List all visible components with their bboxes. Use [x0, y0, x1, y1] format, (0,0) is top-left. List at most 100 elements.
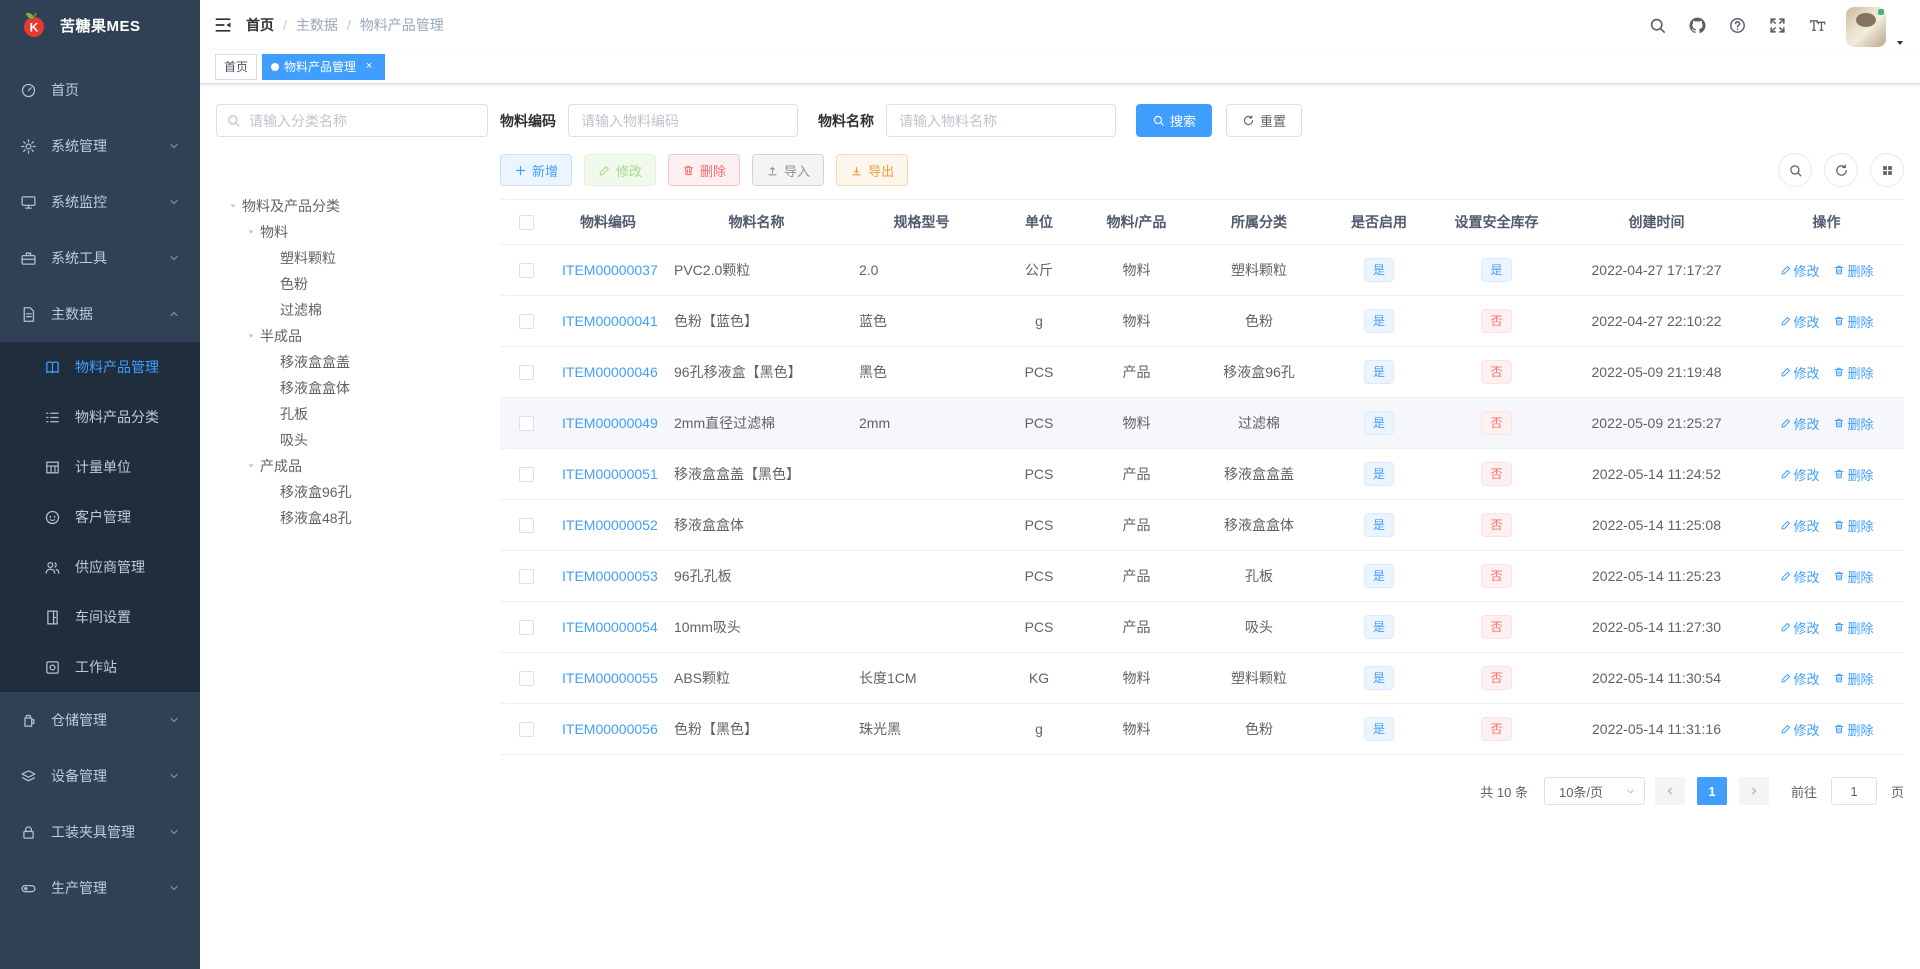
tree-node[interactable]: 半成品 [216, 323, 488, 349]
edit-link[interactable]: 修改 [1780, 516, 1820, 535]
delete-link[interactable]: 删除 [1833, 618, 1873, 637]
delete-link[interactable]: 删除 [1833, 516, 1873, 535]
row-checkbox[interactable] [518, 671, 534, 687]
breadcrumb-item[interactable]: 主数据 / [296, 15, 360, 35]
navbar-action-button[interactable] [1680, 0, 1714, 50]
add-button[interactable]: 新增 [500, 154, 573, 186]
delete-button[interactable]: 删除 [668, 154, 741, 186]
delete-link[interactable]: 删除 [1833, 465, 1873, 484]
sidebar-item-supplier-management[interactable]: 供应商管理 [0, 542, 200, 592]
breadcrumb-item[interactable]: 物料产品管理 / [360, 15, 444, 35]
breadcrumb-item[interactable]: 首页 / [246, 15, 296, 35]
navbar-action-button[interactable] [1760, 0, 1794, 50]
tree-caret-icon[interactable] [224, 201, 242, 211]
edit-link[interactable]: 修改 [1780, 618, 1820, 637]
row-checkbox[interactable] [518, 722, 534, 738]
tree-node[interactable]: 塑料颗粒 [216, 245, 488, 271]
sidebar-item-workshop-settings[interactable]: 车间设置 [0, 592, 200, 642]
breadcrumb-label[interactable]: 首页 [246, 15, 274, 35]
edit-link[interactable]: 修改 [1780, 465, 1820, 484]
sidebar-toggle-button[interactable] [200, 0, 246, 50]
tree-node[interactable]: 物料及产品分类 [216, 193, 488, 219]
delete-link[interactable]: 删除 [1833, 669, 1873, 688]
sidebar-item-equipment-management[interactable]: 设备管理 [0, 748, 200, 804]
delete-link[interactable]: 删除 [1833, 261, 1873, 280]
table-search-button[interactable] [1778, 153, 1812, 187]
material-code-link[interactable]: ITEM00000056 [562, 721, 658, 737]
material-code-link[interactable]: ITEM00000049 [562, 415, 658, 431]
material-code-link[interactable]: ITEM00000051 [562, 466, 658, 482]
reset-button[interactable]: 重置 [1226, 104, 1303, 137]
navbar-action-button[interactable] [1640, 0, 1674, 50]
tree-node[interactable]: 过滤棉 [216, 297, 488, 323]
sidebar-item-system-monitor[interactable]: 系统监控 [0, 174, 200, 230]
select-all-checkbox[interactable] [518, 215, 534, 231]
user-avatar[interactable] [1846, 6, 1886, 47]
navbar-action-button[interactable] [1800, 0, 1834, 50]
table-columns-button[interactable] [1870, 153, 1904, 187]
next-page-button[interactable] [1738, 777, 1769, 805]
tree-node[interactable]: 移液盒96孔 [216, 479, 488, 505]
sidebar-item-system-tools[interactable]: 系统工具 [0, 230, 200, 286]
tree-node[interactable]: 移液盒48孔 [216, 505, 488, 531]
current-page-button[interactable]: 1 [1696, 777, 1727, 805]
sidebar-item-material-product-category[interactable]: 物料产品分类 [0, 392, 200, 442]
edit-link[interactable]: 修改 [1780, 363, 1820, 382]
sidebar-item-production-management[interactable]: 生产管理 [0, 860, 200, 916]
tree-node[interactable]: 吸头 [216, 427, 488, 453]
sidebar-item-warehouse-management[interactable]: 仓储管理 [0, 692, 200, 748]
material-code-input[interactable] [568, 104, 798, 137]
export-button[interactable]: 导出 [836, 154, 909, 186]
sidebar-item-measurement-unit[interactable]: 计量单位 [0, 442, 200, 492]
tab[interactable]: 物料产品管理 × [262, 53, 386, 80]
delete-link[interactable]: 删除 [1833, 720, 1873, 739]
delete-link[interactable]: 删除 [1833, 312, 1873, 331]
tree-node[interactable]: 物料 [216, 219, 488, 245]
app-logo[interactable]: 苦糖果MES [0, 0, 200, 50]
sidebar-item-tooling-fixture-management[interactable]: 工装夹具管理 [0, 804, 200, 860]
table-refresh-button[interactable] [1824, 153, 1858, 187]
tree-node[interactable]: 孔板 [216, 401, 488, 427]
sidebar-item-home[interactable]: 首页 [0, 62, 200, 118]
tree-caret-icon[interactable] [242, 331, 260, 341]
delete-link[interactable]: 删除 [1833, 414, 1873, 433]
tree-node[interactable]: 移液盒盒体 [216, 375, 488, 401]
tree-caret-icon[interactable] [242, 461, 260, 471]
material-name-input[interactable] [886, 104, 1116, 137]
edit-link[interactable]: 修改 [1780, 567, 1820, 586]
caret-down-icon[interactable] [1894, 37, 1906, 49]
search-button[interactable]: 搜索 [1136, 104, 1213, 137]
row-checkbox[interactable] [518, 569, 534, 585]
sidebar-item-system-management[interactable]: 系统管理 [0, 118, 200, 174]
breadcrumb-label[interactable]: 主数据 [296, 15, 338, 35]
page-size-select[interactable]: 10条/页 [1543, 777, 1645, 805]
prev-page-button[interactable] [1654, 777, 1685, 805]
sidebar-item-material-product-management[interactable]: 物料产品管理 [0, 342, 200, 392]
edit-link[interactable]: 修改 [1780, 669, 1820, 688]
delete-link[interactable]: 删除 [1833, 363, 1873, 382]
sidebar-item-customer-management[interactable]: 客户管理 [0, 492, 200, 542]
breadcrumb-label[interactable]: 物料产品管理 [360, 15, 444, 35]
row-checkbox[interactable] [518, 518, 534, 534]
tab[interactable]: 首页 [215, 53, 258, 80]
tree-node[interactable]: 移液盒盒盖 [216, 349, 488, 375]
category-search-input[interactable] [216, 104, 488, 137]
row-checkbox[interactable] [518, 467, 534, 483]
material-code-link[interactable]: ITEM00000046 [562, 364, 658, 380]
edit-link[interactable]: 修改 [1780, 261, 1820, 280]
sidebar-item-master-data[interactable]: 主数据 [0, 286, 200, 342]
material-code-link[interactable]: ITEM00000037 [562, 262, 658, 278]
row-checkbox[interactable] [518, 416, 534, 432]
edit-link[interactable]: 修改 [1780, 720, 1820, 739]
row-checkbox[interactable] [518, 263, 534, 279]
material-code-link[interactable]: ITEM00000055 [562, 670, 658, 686]
tree-caret-icon[interactable] [242, 227, 260, 237]
row-checkbox[interactable] [518, 620, 534, 636]
goto-page-input[interactable] [1830, 777, 1877, 805]
sidebar-item-workstation[interactable]: 工作站 [0, 642, 200, 692]
import-button[interactable]: 导入 [752, 154, 825, 186]
navbar-action-button[interactable] [1720, 0, 1754, 50]
tree-node[interactable]: 色粉 [216, 271, 488, 297]
material-code-link[interactable]: ITEM00000041 [562, 313, 658, 329]
material-code-link[interactable]: ITEM00000054 [562, 619, 658, 635]
